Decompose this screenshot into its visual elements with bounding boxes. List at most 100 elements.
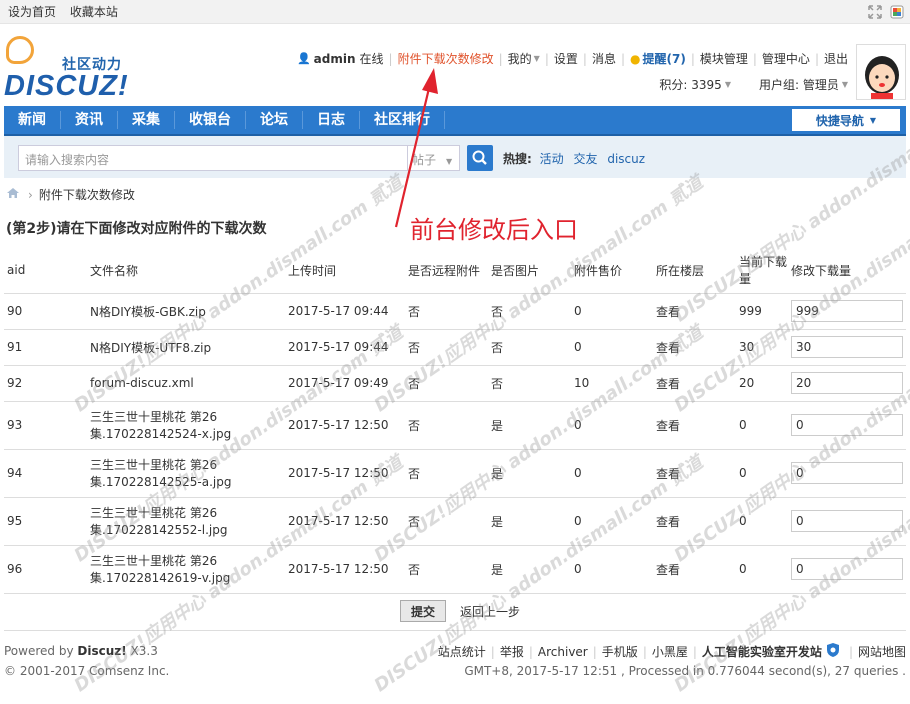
bookmark-link[interactable]: 收藏本站 <box>70 5 118 19</box>
submit-button[interactable]: 提交 <box>400 600 447 622</box>
cell-current: 999 <box>736 293 788 330</box>
cell-current: 20 <box>736 365 788 402</box>
user-icon: 👤 <box>296 52 311 65</box>
footer-link-blackroom[interactable]: 小黑屋 <box>652 643 688 660</box>
cell-floor[interactable]: 查看 <box>653 401 736 450</box>
home-icon[interactable] <box>6 187 20 202</box>
column-header: 当前下载量 <box>736 248 788 294</box>
username-link[interactable]: admin <box>314 52 356 66</box>
cell-aid: 94 <box>4 449 87 498</box>
remind-link[interactable]: 提醒(7) <box>642 50 685 67</box>
cell-name: N格DIY模板-UTF8.zip <box>87 329 285 366</box>
download-count-input[interactable] <box>791 336 903 358</box>
usergroup-menu[interactable]: 用户组: 管理员 <box>759 76 839 93</box>
download-count-input[interactable] <box>791 372 903 394</box>
settings-link[interactable]: 设置 <box>554 50 578 67</box>
logout-link[interactable]: 退出 <box>824 50 848 67</box>
cell-aid: 93 <box>4 401 87 450</box>
cell-edit <box>788 293 906 330</box>
download-count-input[interactable] <box>791 414 903 436</box>
module-admin-link[interactable]: 模块管理 <box>700 50 748 67</box>
quick-nav-button[interactable]: 快捷导航 ▼ <box>792 109 900 131</box>
cell-price: 0 <box>571 449 653 498</box>
search-input[interactable]: 请输入搜索内容 <box>18 145 408 171</box>
hot-keyword[interactable]: 交友 <box>573 152 597 166</box>
cell-aid: 92 <box>4 365 87 402</box>
table-row: 92 forum-discuz.xml 2017-5-17 09:49 否否 10 查看 2… <box>4 365 906 402</box>
cell-edit <box>788 329 906 366</box>
bulb-icon: ● <box>630 51 641 66</box>
admin-center-link[interactable]: 管理中心 <box>762 50 810 67</box>
divider: | <box>498 51 503 66</box>
cell-floor[interactable]: 查看 <box>653 545 736 594</box>
skin-icon[interactable] <box>890 5 904 19</box>
column-header: 修改下载量 <box>788 248 906 294</box>
set-home-link[interactable]: 设为首页 <box>8 5 56 19</box>
powered-brand-link[interactable]: Discuz! <box>77 644 126 658</box>
cell-price: 0 <box>571 497 653 546</box>
column-header: 是否远程附件 <box>405 248 488 294</box>
search-icon <box>472 150 487 165</box>
messages-link[interactable]: 消息 <box>592 50 616 67</box>
cell-floor[interactable]: 查看 <box>653 293 736 330</box>
nav-item[interactable]: 日志 <box>303 111 360 129</box>
hot-search: 热搜: 活动 交友 discuz <box>503 150 651 167</box>
nav-item[interactable]: 收银台 <box>175 111 246 129</box>
cell-floor[interactable]: 查看 <box>653 365 736 402</box>
cell-price: 0 <box>571 545 653 594</box>
discuz-logo[interactable]: 社区动力 DISCUZ! <box>4 36 134 106</box>
avatar[interactable] <box>856 44 906 100</box>
nav-item[interactable]: 新闻 <box>4 111 61 129</box>
cell-edit <box>788 401 906 450</box>
footer-link-archiver[interactable]: Archiver <box>538 645 588 659</box>
cell-aid: 90 <box>4 293 87 330</box>
download-count-input[interactable] <box>791 558 903 580</box>
footer-link-sitemap[interactable]: 网站地图 <box>858 643 906 660</box>
cell-current: 30 <box>736 329 788 366</box>
divider: | <box>642 644 647 659</box>
footer-link-report[interactable]: 举报 <box>500 643 524 660</box>
shield-icon[interactable] <box>826 642 840 661</box>
powered-by: Powered by Discuz! X3.3 <box>4 644 158 658</box>
cell-floor[interactable]: 查看 <box>653 497 736 546</box>
footer-link-stats[interactable]: 站点统计 <box>438 643 486 660</box>
cell-aid: 91 <box>4 329 87 366</box>
footer-links: 站点统计 | 举报 | Archiver | 手机版 | 小黑屋 | 人工智能实… <box>438 642 906 661</box>
nav-item[interactable]: 论坛 <box>246 111 303 129</box>
download-count-input[interactable] <box>791 300 903 322</box>
search-button[interactable] <box>467 145 493 171</box>
logo-brand: DISCUZ! <box>4 70 129 102</box>
fullscreen-icon[interactable] <box>868 4 882 19</box>
cell-floor[interactable]: 查看 <box>653 329 736 366</box>
hot-keyword[interactable]: 活动 <box>540 152 564 166</box>
chevron-down-icon: ▼ <box>724 80 731 89</box>
mine-menu[interactable]: 我的 <box>508 50 532 67</box>
cell-time: 2017-5-17 09:44 <box>285 293 405 330</box>
credits-menu[interactable]: 积分: 3395 <box>659 76 721 93</box>
column-header: aid <box>4 248 87 294</box>
submit-row: 提交 返回上一步 <box>400 600 520 622</box>
footer-stats: GMT+8, 2017-5-17 12:51 , Processed in 0.… <box>464 664 906 678</box>
download-count-input[interactable] <box>791 510 903 532</box>
back-link[interactable]: 返回上一步 <box>460 603 520 620</box>
column-header: 附件售价 <box>571 248 653 294</box>
divider: | <box>848 644 853 659</box>
divider: | <box>544 51 549 66</box>
nav-item[interactable]: 资讯 <box>61 111 118 129</box>
hot-keyword[interactable]: discuz <box>607 152 645 166</box>
footer-link-lab[interactable]: 人工智能实验室开发站 <box>702 643 822 660</box>
cell-image: 是 <box>488 449 571 498</box>
divider: | <box>528 644 533 659</box>
cell-edit <box>788 545 906 594</box>
cell-aid: 95 <box>4 497 87 546</box>
download-count-input[interactable] <box>791 462 903 484</box>
footer-link-mobile[interactable]: 手机版 <box>602 643 638 660</box>
nav-item[interactable]: 采集 <box>118 111 175 129</box>
cell-floor[interactable]: 查看 <box>653 449 736 498</box>
column-header: 文件名称 <box>87 248 285 294</box>
top-bar: 设为首页 收藏本站 <box>0 0 910 24</box>
attachment-table: aid 文件名称 上传时间 是否远程附件 是否图片 附件售价 所在楼层 当前下载量 修改下载量 … <box>4 248 906 594</box>
cell-time: 2017-5-17 12:50 <box>285 401 405 450</box>
table-row: 91 N格DIY模板-UTF8.zip 2017-5-17 09:44 否否 0 查看 30 <box>4 329 906 366</box>
divider: | <box>620 51 625 66</box>
